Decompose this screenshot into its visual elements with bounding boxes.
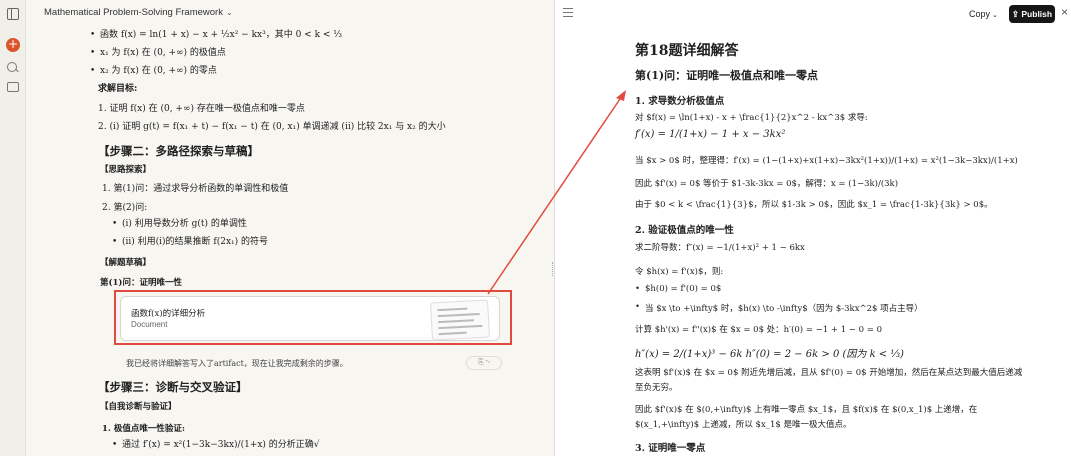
s1-line-1: 对 $f(x) = \ln(1+x) - x + \frac{1}{2}x^2 … <box>635 113 868 123</box>
selfcheck-heading: 【自我诊断与验证】 <box>100 402 177 412</box>
close-icon[interactable]: × <box>1061 5 1068 19</box>
q1-heading: 第(1)问：证明唯一性 <box>100 278 182 288</box>
s2-line-1: 求二阶导数：f″(x) = −1/(1+x)² + 1 − 6kx <box>635 243 805 253</box>
left-rail: + <box>0 0 26 456</box>
goal-2: 2. (i) 证明 g(t) = f(x₁ + t) − f(x₁ − t) 在… <box>98 122 446 132</box>
doc-title: 第18题详细解答 <box>635 43 739 59</box>
conversation-title-text: Mathematical Problem-Solving Framework <box>44 7 223 18</box>
assistant-note: 我已经将详细解答写入了artifact，现在让我完成剩余的步骤。 <box>126 359 348 368</box>
publish-icon: ⇪ <box>1011 9 1022 19</box>
section-2-heading: 2. 验证极值点的唯一性 <box>635 225 734 236</box>
plan-1: 1. 第(1)问：通过求导分析函数的单调性和极值 <box>102 184 289 194</box>
conversation-title[interactable]: Mathematical Problem-Solving Framework ⌄ <box>44 7 233 18</box>
search-icon[interactable] <box>7 62 19 74</box>
section-3-heading: 3. 证明唯一零点 <box>635 443 706 454</box>
s1-line-4: 由于 $0 < k < \frac{1}{3}$，所以 $1-3k > 0$，因… <box>635 200 993 210</box>
line-x2: x₂ 为 f(x) 在 (0, +∞) 的零点 <box>90 66 217 78</box>
s1-line-3: 因此 $f'(x) = 0$ 等价于 $1-3k-3kx = 0$，解得：x =… <box>635 179 899 189</box>
artifact-panel: Copy ⌄ ⇪ Publish × 第18题详细解答 第(1)问：证明唯一极值点… <box>555 0 1080 456</box>
chat-panel: Mathematical Problem-Solving Framework ⌄ … <box>26 0 554 456</box>
s2-line-3: 计算 $h'(x) = f''(x)$ 在 $x = 0$ 处：h′(0) = … <box>635 325 882 335</box>
copy-button[interactable]: Copy ⌄ <box>965 5 1002 23</box>
line-fx: 函数 f(x) = ln(1 + x) − x + ½x² − kx³，其中 0… <box>90 30 342 42</box>
s2-bullet-2: 当 $x \to +\infty$ 时，$h(x) \to -\infty$（因… <box>635 302 923 314</box>
s2-bullet-1: $h(0) = f'(0) = 0$ <box>635 284 721 294</box>
doc-subtitle: 第(1)问：证明唯一极值点和唯一零点 <box>635 69 819 82</box>
goal-1: 1. 证明 f(x) 在 (0, +∞) 存在唯一极值点和唯一零点 <box>98 104 305 114</box>
thinking-heading: 【思路探索】 <box>100 165 152 175</box>
s2-line-6: 因此 $f'(x)$ 在 $(0,+\infty)$ 上有唯一零点 $x_1$，… <box>635 405 978 415</box>
step3-heading: 【步骤三：诊断与交叉验证】 <box>98 380 248 394</box>
s1-line-2: 当 $x > 0$ 时，整理得：f′(x) = (1−(1+x)+x(1+x)−… <box>635 156 1018 166</box>
chevron-down-icon: ⌄ <box>992 12 998 19</box>
check-1: 1. 极值点唯一性验证: <box>102 424 185 434</box>
plan-2: 2. 第(2)问: <box>102 203 148 213</box>
section-1-heading: 1. 求导数分析极值点 <box>635 96 725 107</box>
sidebar-toggle-icon[interactable] <box>7 8 19 20</box>
draft-heading: 【解题草稿】 <box>100 258 152 268</box>
message-actions-chip[interactable]: ⎘ ∿ <box>466 356 502 370</box>
plan-2b: (ii) 利用(i)的结果推断 f(2x₁) 的符号 <box>112 237 268 249</box>
plan-2a: (i) 利用导数分析 g(t) 的单调性 <box>112 219 247 231</box>
s2-math-1: h″(x) = 2/(1+x)³ − 6k h″(0) = 2 − 6k > 0… <box>635 349 904 360</box>
menu-icon[interactable] <box>563 8 573 17</box>
s2-line-4: 这表明 $f'(x)$ 在 $x = 0$ 附近先增后减，且从 $f'(0) =… <box>635 368 1023 378</box>
line-x1: x₁ 为 f(x) 在 (0, +∞) 的极值点 <box>90 48 226 60</box>
publish-button[interactable]: ⇪ Publish <box>1009 5 1055 23</box>
new-chat-icon[interactable]: + <box>6 38 20 52</box>
s2-line-2: 令 $h(x) = f'(x)$，则: <box>635 267 724 277</box>
highlight-annotation-box <box>114 290 512 345</box>
s2-line-5: 至负无穷。 <box>635 383 678 393</box>
s1-math-1: f′(x) = 1/(1+x) − 1 + x − 3kx² <box>635 129 786 140</box>
publish-button-label: Publish <box>1021 9 1053 19</box>
step2-heading: 【步骤二：多路径探索与草稿】 <box>98 144 259 158</box>
chats-icon[interactable] <box>7 82 19 92</box>
chevron-down-icon: ⌄ <box>225 8 233 17</box>
check-1a: 通过 f′(x) = x²(1−3k−3kx)/(1+x) 的分析正确√ <box>112 440 320 452</box>
goal-heading: 求解目标: <box>98 84 138 94</box>
s2-line-7: $(x_1,+\infty)$ 上递减，所以 $x_1$ 是唯一极大值点。 <box>635 420 852 430</box>
copy-button-label: Copy <box>969 9 991 19</box>
